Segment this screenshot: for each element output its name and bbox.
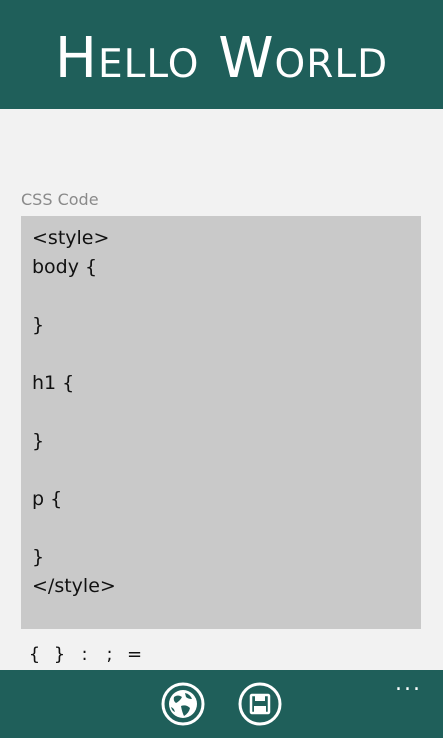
code-line: </style> <box>32 575 116 597</box>
save-icon <box>238 682 282 726</box>
globe-icon <box>161 682 205 726</box>
page-title: Hello World <box>54 26 389 91</box>
code-line: body { <box>32 256 98 278</box>
snippet-close-brace[interactable]: } <box>47 641 72 669</box>
css-code-label: CSS Code <box>21 190 99 209</box>
code-line: } <box>32 314 45 336</box>
code-line: } <box>32 546 45 568</box>
code-line: p { <box>32 488 63 510</box>
code-line: } <box>32 430 45 452</box>
more-options-button[interactable]: ... <box>395 670 422 698</box>
snippet-open-brace[interactable]: { <box>22 641 47 669</box>
snippet-equals[interactable]: = <box>122 641 147 669</box>
header: Hello World <box>0 0 443 109</box>
code-line: <style> <box>32 227 110 249</box>
code-line: h1 { <box>32 372 75 394</box>
snippet-bar: { } : ; = <box>22 641 147 669</box>
save-button[interactable] <box>238 682 282 726</box>
snippet-semicolon[interactable]: ; <box>97 641 122 669</box>
preview-button[interactable] <box>161 682 205 726</box>
app-bar: ... <box>0 670 443 738</box>
snippet-colon[interactable]: : <box>72 641 97 669</box>
code-lines: <style> body { } h1 { } p { } </style> <box>32 224 413 601</box>
css-code-editor[interactable]: <style> body { } h1 { } p { } </style> <box>21 216 421 629</box>
